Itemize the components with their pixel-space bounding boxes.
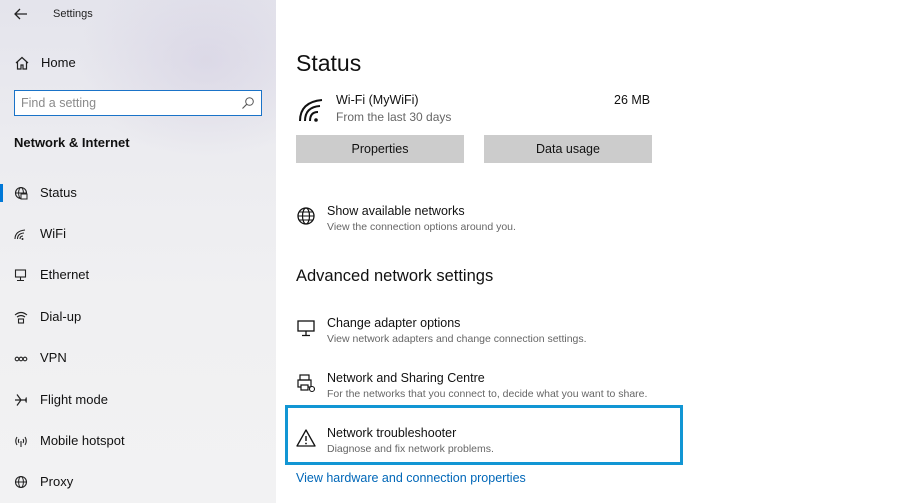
sidebar-item-ethernet[interactable]: Ethernet — [0, 260, 276, 290]
sidebar-item-status[interactable]: Status — [0, 178, 276, 208]
network-name: Wi-Fi (MyWiFi) — [336, 93, 419, 107]
sidebar-item-label: Proxy — [40, 474, 74, 489]
sidebar-item-dial-up[interactable]: Dial-up — [0, 302, 276, 332]
monitor-icon — [297, 320, 315, 337]
vpn-icon — [14, 356, 28, 362]
back-button[interactable] — [8, 3, 34, 25]
sidebar-item-mobile-hotspot[interactable]: Mobile hotspot — [0, 426, 276, 456]
sidebar: Settings Home Network & Internet — [0, 0, 276, 503]
section-heading: Network & Internet — [14, 135, 130, 150]
data-usage-button[interactable]: Data usage — [484, 135, 652, 163]
wifi-icon — [14, 229, 26, 240]
dial-up-icon — [14, 311, 28, 324]
airplane-icon — [15, 394, 28, 406]
troubleshooter-title: Network troubleshooter — [327, 426, 457, 440]
settings-window: Settings Home Network & Internet — [0, 0, 900, 503]
sidebar-item-label: Dial-up — [40, 309, 82, 324]
sharing-centre-desc: For the networks that you connect to, de… — [327, 388, 648, 400]
change-adapter-desc: View network adapters and change connect… — [327, 333, 587, 345]
sidebar-item-wifi[interactable]: WiFi — [0, 219, 276, 249]
sidebar-item-label: Status — [40, 185, 77, 200]
sidebar-item-proxy[interactable]: Proxy — [0, 467, 276, 497]
hardware-properties-link[interactable]: View hardware and connection properties — [296, 471, 526, 485]
wifi-signal-icon — [299, 99, 323, 122]
globe-icon — [297, 207, 315, 225]
sidebar-item-home[interactable]: Home — [0, 50, 276, 76]
selected-indicator — [0, 184, 3, 202]
network-usage: 26 MB — [614, 93, 651, 107]
network-period: From the last 30 days — [336, 110, 452, 124]
app-title: Settings — [53, 8, 93, 20]
page-title: Status — [296, 50, 362, 76]
warning-icon — [296, 429, 316, 447]
globe-proxy-icon — [14, 475, 28, 489]
change-adapter-row[interactable]: Change adapter options View network adap… — [294, 316, 694, 352]
properties-button[interactable]: Properties — [296, 135, 464, 163]
sharing-centre-row[interactable]: Network and Sharing Centre For the netwo… — [294, 371, 694, 407]
search-icon[interactable] — [241, 96, 255, 110]
sidebar-item-label: WiFi — [40, 226, 66, 241]
ethernet-icon — [14, 269, 27, 282]
advanced-heading: Advanced network settings — [296, 267, 494, 285]
sidebar-item-label: Flight mode — [40, 392, 108, 407]
home-label: Home — [41, 55, 76, 70]
sharing-centre-title: Network and Sharing Centre — [327, 371, 485, 385]
sidebar-item-flight-mode[interactable]: Flight mode — [0, 385, 276, 415]
show-networks-title: Show available networks — [327, 204, 465, 218]
sidebar-item-label: VPN — [40, 350, 67, 365]
hotspot-icon — [15, 436, 27, 447]
show-networks-desc: View the connection options around you. — [327, 221, 516, 233]
main-panel: Status Wi-Fi (MyWiFi) From the last 30 d… — [276, 0, 900, 503]
show-networks-row[interactable]: Show available networks View the connect… — [294, 204, 694, 240]
sidebar-item-label: Ethernet — [40, 267, 90, 282]
globe-status-icon — [14, 186, 28, 200]
sidebar-item-vpn[interactable]: VPN — [0, 343, 276, 373]
search-input[interactable] — [21, 94, 231, 112]
troubleshooter-row[interactable]: Network troubleshooter Diagnose and fix … — [294, 426, 694, 462]
troubleshooter-desc: Diagnose and fix network problems. — [327, 443, 494, 455]
change-adapter-title: Change adapter options — [327, 316, 461, 330]
back-arrow-icon — [14, 8, 27, 20]
sidebar-item-label: Mobile hotspot — [40, 433, 125, 448]
search-box[interactable] — [14, 90, 262, 116]
printer-share-icon — [297, 374, 316, 393]
home-icon — [15, 56, 29, 70]
